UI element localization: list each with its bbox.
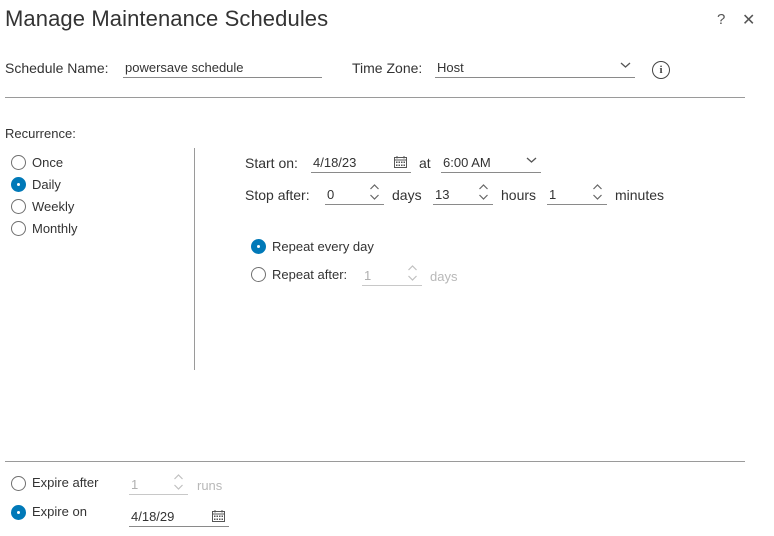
time-zone-select[interactable]: Host (435, 58, 635, 78)
start-date-value: 4/18/23 (313, 155, 357, 170)
recurrence-daily-label: Daily (32, 177, 61, 192)
runs-label: runs (197, 478, 223, 493)
repeat-after-unit: days (430, 269, 458, 284)
help-icon[interactable]: ? (717, 11, 725, 28)
stop-after-label: Stop after: (245, 187, 310, 203)
expire-on-date-input[interactable]: 4/18/29 (129, 507, 229, 527)
start-time-select[interactable]: 6:00 AM (441, 153, 541, 173)
recurrence-label: Recurrence: (5, 126, 76, 141)
repeat-after-input[interactable]: 1 (362, 263, 422, 286)
stepper-icon[interactable] (478, 182, 489, 202)
schedule-name-input[interactable]: powersave schedule (123, 58, 322, 78)
expire-on-value: 4/18/29 (131, 509, 175, 524)
repeat-after-value: 1 (364, 268, 372, 283)
recurrence-once-label: Once (32, 155, 64, 170)
radio-repeat-after[interactable] (251, 267, 266, 282)
radio-daily[interactable] (11, 177, 26, 192)
radio-repeat-every-day[interactable] (251, 239, 266, 254)
radio-expire-after[interactable] (11, 476, 26, 491)
days-label: days (392, 187, 422, 203)
schedule-name-label: Schedule Name: (5, 60, 109, 76)
radio-expire-on[interactable] (11, 505, 26, 520)
minutes-label: minutes (615, 187, 665, 203)
radio-weekly[interactable] (11, 199, 26, 214)
chevron-down-icon (526, 157, 537, 163)
stepper-icon[interactable] (592, 182, 603, 202)
recurrence-monthly-label: Monthly (32, 221, 78, 236)
radio-once[interactable] (11, 155, 26, 170)
recurrence-divider (194, 148, 195, 370)
expire-after-label: Expire after (32, 475, 99, 490)
start-date-input[interactable]: 4/18/23 (311, 153, 411, 173)
header-divider (5, 97, 745, 98)
start-time-value: 6:00 AM (443, 155, 491, 170)
stepper-icon[interactable] (407, 263, 418, 283)
expiry-divider (5, 461, 745, 462)
expire-on-label: Expire on (32, 504, 87, 519)
stop-hours-input[interactable]: 13 (433, 182, 493, 205)
recurrence-weekly-label: Weekly (32, 199, 75, 214)
time-zone-value: Host (437, 60, 464, 75)
schedule-name-value: powersave schedule (125, 60, 244, 75)
stop-hours-value: 13 (435, 187, 450, 202)
expire-after-input[interactable]: 1 (129, 472, 188, 495)
repeat-every-day-label: Repeat every day (272, 239, 374, 254)
dialog-title: Manage Maintenance Schedules (5, 6, 329, 31)
stop-days-input[interactable]: 0 (325, 182, 384, 205)
time-zone-label: Time Zone: (352, 60, 423, 76)
repeat-after-label: Repeat after: (272, 267, 348, 282)
stop-minutes-input[interactable]: 1 (547, 182, 607, 205)
at-label: at (419, 155, 431, 171)
stop-days-value: 0 (327, 187, 335, 202)
calendar-icon[interactable] (394, 156, 407, 168)
stepper-icon[interactable] (173, 472, 184, 492)
info-icon[interactable]: i (652, 61, 670, 79)
calendar-icon[interactable] (212, 510, 225, 522)
stop-minutes-value: 1 (549, 187, 557, 202)
close-icon[interactable]: ✕ (742, 10, 755, 30)
expire-after-value: 1 (131, 477, 139, 492)
start-on-label: Start on: (245, 155, 298, 171)
hours-label: hours (501, 187, 537, 203)
chevron-down-icon (620, 62, 631, 68)
radio-monthly[interactable] (11, 221, 26, 236)
stepper-icon[interactable] (369, 182, 380, 202)
